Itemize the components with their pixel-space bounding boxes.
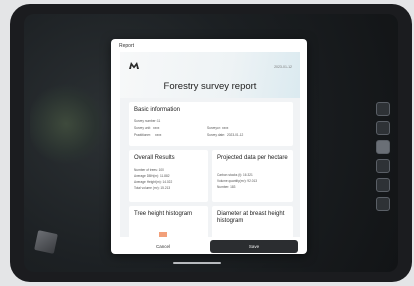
surveyor-value: xxxx	[222, 126, 229, 130]
overall-results-card: Overall Results Number of trees: 100 Ave…	[129, 150, 208, 202]
report-title: Forestry survey report	[163, 81, 257, 92]
practitioner-value: xxxx	[155, 133, 162, 137]
projected-row: Number: 183	[217, 185, 236, 189]
report-header: 2023-01-12 Forestry survey report	[120, 52, 300, 98]
basic-info-title: Basic information	[134, 107, 181, 113]
survey-unit-label: Survey unit:	[134, 126, 151, 130]
overall-row: Average DBH(m): 11.882	[134, 174, 170, 178]
tool-button[interactable]	[376, 178, 390, 192]
survey-date-label: Survey date:	[207, 133, 225, 137]
dbh-histogram-title: Diameter at breast height histogram	[217, 211, 285, 224]
projected-data-card: Projected data per hectare Carbon stocks…	[212, 150, 293, 202]
survey-number-value: 11	[157, 119, 161, 123]
tool-button[interactable]	[376, 102, 390, 116]
home-indicator	[173, 262, 221, 264]
practitioner-label: Practitioner:	[134, 133, 152, 137]
modal-title: Report	[119, 43, 135, 49]
surveyor-label: Surveyor:	[207, 126, 221, 130]
report-preview[interactable]: 2023-01-12 Forestry survey report Basic …	[120, 52, 300, 237]
dbh-histogram-card: Diameter at breast height histogram	[212, 206, 293, 237]
tree-height-histogram-card: Tree height histogram	[129, 206, 208, 237]
tree-point-cloud	[30, 84, 102, 164]
cancel-button[interactable]: Cancel	[120, 240, 206, 253]
projected-data-title: Projected data per hectare	[217, 155, 288, 161]
report-modal: Report 2023-01-12 Forestry survey report…	[111, 39, 307, 254]
cube-icon[interactable]	[34, 230, 58, 254]
projected-row: Carbon stocks (t): 16.321	[217, 173, 253, 177]
overall-results-title: Overall Results	[134, 155, 175, 161]
overall-row: Average Height(m): 14.022	[134, 180, 173, 184]
tool-button[interactable]	[376, 121, 390, 135]
save-button[interactable]: Save	[210, 240, 298, 253]
brand-logo-icon	[129, 62, 139, 69]
overall-row: Number of trees: 100	[134, 168, 164, 172]
survey-unit-value: xxxx	[153, 126, 160, 130]
overall-row: Total volume (m³): 15.213	[134, 186, 171, 190]
report-date: 2023-01-12	[274, 65, 292, 69]
tool-button[interactable]	[376, 159, 390, 173]
side-toolbar	[376, 102, 390, 216]
basic-info-card: Basic information Survey number: 11 Surv…	[129, 102, 293, 146]
tool-button[interactable]	[376, 197, 390, 211]
projected-row: Volume quantity(m³): 92.013	[217, 179, 258, 183]
tool-button-active[interactable]	[376, 140, 390, 154]
tree-height-histogram-title: Tree height histogram	[134, 211, 193, 217]
histogram-bar	[159, 232, 167, 237]
survey-number-label: Survey number:	[134, 119, 157, 123]
survey-date-value: 2023-01-12	[227, 133, 244, 137]
